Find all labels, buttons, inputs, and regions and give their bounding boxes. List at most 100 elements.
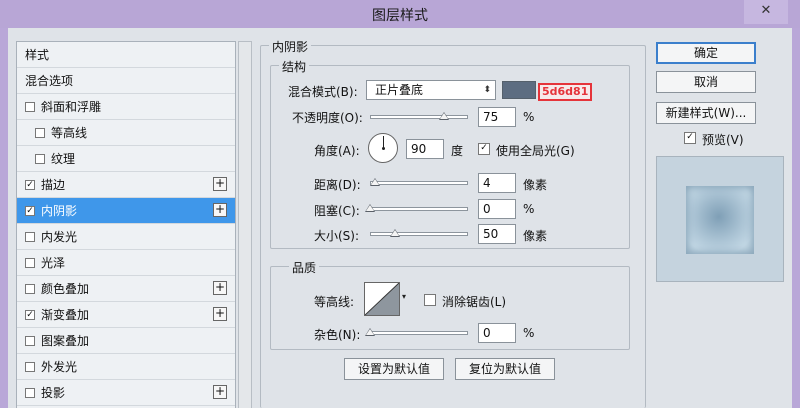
style-list-item[interactable]: ✓ 内阴影 + (17, 198, 235, 224)
style-item-label: 投影 (41, 386, 66, 400)
select-arrow-icon: ⬍ (483, 85, 491, 95)
anti-aliased-checkbox[interactable] (424, 294, 436, 306)
choke-slider[interactable] (370, 207, 468, 211)
style-item-checkbox[interactable] (25, 361, 35, 372)
style-list-item[interactable]: 纹理 (17, 146, 235, 172)
ok-button[interactable]: 确定 (656, 42, 756, 64)
style-list-item[interactable]: 内发光 (17, 224, 235, 250)
style-list-item[interactable]: 等高线 (17, 120, 235, 146)
new-style-button[interactable]: 新建样式(W)... (656, 102, 756, 124)
anti-aliased-label: 消除锯齿(L) (442, 295, 507, 309)
preview-checkbox[interactable]: ✓ (684, 132, 696, 144)
structure-title: 结构 (279, 58, 310, 75)
style-item-label: 外发光 (41, 360, 78, 374)
style-item-label: 光泽 (41, 256, 66, 270)
style-item-checkbox[interactable]: ✓ (25, 179, 35, 190)
style-item-checkbox[interactable] (25, 101, 35, 112)
style-list-item[interactable]: ✓ 描边 + (17, 172, 235, 198)
styles-list-scrollbar[interactable] (238, 41, 252, 408)
global-light-label: 使用全局光(G) (496, 144, 575, 158)
cancel-button[interactable]: 取消 (656, 71, 756, 93)
style-item-checkbox[interactable] (35, 127, 45, 138)
close-button[interactable]: ✕ (744, 0, 788, 24)
style-item-label: 样式 (25, 48, 50, 62)
angle-label: 角度(A): (314, 144, 360, 158)
contour-curve-icon (364, 282, 400, 316)
title-bar: 图层样式 ✕ (0, 0, 800, 28)
distance-slider-thumb[interactable] (370, 178, 380, 186)
style-item-checkbox[interactable] (25, 231, 35, 242)
window-title: 图层样式 (372, 8, 428, 24)
style-item-label: 图案叠加 (41, 334, 90, 348)
style-item-checkbox[interactable] (25, 387, 35, 398)
style-item-label: 等高线 (51, 126, 88, 140)
style-item-label: 混合选项 (25, 74, 74, 88)
size-slider-thumb[interactable] (390, 229, 400, 237)
style-list-item[interactable]: 颜色叠加 + (17, 276, 235, 302)
style-item-checkbox[interactable] (25, 283, 35, 294)
choke-slider-thumb[interactable] (365, 204, 375, 212)
style-item-checkbox[interactable] (35, 153, 45, 164)
blend-mode-select[interactable]: 正片叠底 ⬍ (366, 80, 496, 100)
angle-dial[interactable] (368, 133, 398, 163)
style-list-item[interactable]: 混合选项 (17, 68, 235, 94)
shadow-color-swatch[interactable] (502, 81, 536, 99)
make-default-button[interactable]: 设置为默认值 (344, 358, 444, 380)
style-item-label: 渐变叠加 (41, 308, 90, 322)
choke-label: 阻塞(C): (314, 204, 360, 218)
blend-mode-label: 混合模式(B): (288, 85, 358, 99)
style-item-checkbox[interactable] (25, 335, 35, 346)
size-slider[interactable] (370, 232, 468, 236)
size-unit: 像素 (523, 229, 548, 243)
style-list-item[interactable]: 光泽 (17, 250, 235, 276)
check-icon: ✓ (26, 205, 34, 216)
quality-title: 品质 (289, 259, 320, 276)
style-item-label: 斜面和浮雕 (41, 100, 102, 114)
noise-unit: % (523, 326, 535, 340)
close-icon: ✕ (760, 3, 772, 18)
style-list-item[interactable]: 斜面和浮雕 (17, 94, 235, 120)
reset-to-default-button[interactable]: 复位为默认值 (455, 358, 555, 380)
style-list-item[interactable]: 图案叠加 (17, 328, 235, 354)
contour-dropdown-arrow-icon[interactable]: ▾ (402, 292, 406, 301)
size-label: 大小(S): (314, 229, 360, 243)
add-effect-icon[interactable]: + (213, 177, 227, 191)
contour-picker[interactable] (364, 282, 400, 316)
shadow-color-hex-label: 5d6d81 (538, 83, 593, 101)
check-icon: ✓ (26, 309, 34, 320)
noise-input[interactable]: 0 (478, 323, 516, 343)
noise-slider-thumb[interactable] (365, 328, 375, 336)
choke-unit: % (523, 202, 535, 216)
preview-label: 预览(V) (702, 133, 744, 147)
style-item-checkbox[interactable]: ✓ (25, 309, 35, 320)
angle-input[interactable]: 90 (406, 139, 444, 159)
style-item-label: 描边 (41, 178, 66, 192)
contour-label: 等高线: (314, 295, 355, 309)
style-list-item[interactable]: 投影 + (17, 380, 235, 406)
style-preview (656, 156, 784, 282)
styles-list: 样式 混合选项 斜面和浮雕 等高线 纹理 ✓ 描边 + ✓ 内阴影 + 内发光 光泽 颜色叠加 + ✓ 渐变叠加… (16, 41, 236, 408)
add-effect-icon[interactable]: + (213, 385, 227, 399)
distance-input[interactable]: 4 (478, 173, 516, 193)
opacity-slider[interactable] (370, 115, 468, 119)
check-icon: ✓ (686, 132, 694, 142)
opacity-slider-thumb[interactable] (438, 112, 449, 120)
choke-input[interactable]: 0 (478, 199, 516, 219)
global-light-checkbox[interactable]: ✓ (478, 143, 490, 155)
add-effect-icon[interactable]: + (213, 203, 227, 217)
check-icon: ✓ (26, 179, 34, 190)
style-list-item[interactable]: ✓ 渐变叠加 + (17, 302, 235, 328)
add-effect-icon[interactable]: + (213, 281, 227, 295)
style-list-item[interactable]: 外发光 (17, 354, 235, 380)
add-effect-icon[interactable]: + (213, 307, 227, 321)
opacity-input[interactable]: 75 (478, 107, 516, 127)
noise-slider[interactable] (370, 331, 468, 335)
style-list-item[interactable]: 样式 (17, 42, 235, 68)
check-icon: ✓ (480, 143, 488, 153)
style-item-checkbox[interactable] (25, 257, 35, 268)
opacity-unit: % (523, 110, 535, 124)
distance-slider[interactable] (370, 181, 468, 185)
size-input[interactable]: 50 (478, 224, 516, 244)
style-item-checkbox[interactable]: ✓ (25, 205, 35, 216)
style-item-label: 内发光 (41, 230, 78, 244)
